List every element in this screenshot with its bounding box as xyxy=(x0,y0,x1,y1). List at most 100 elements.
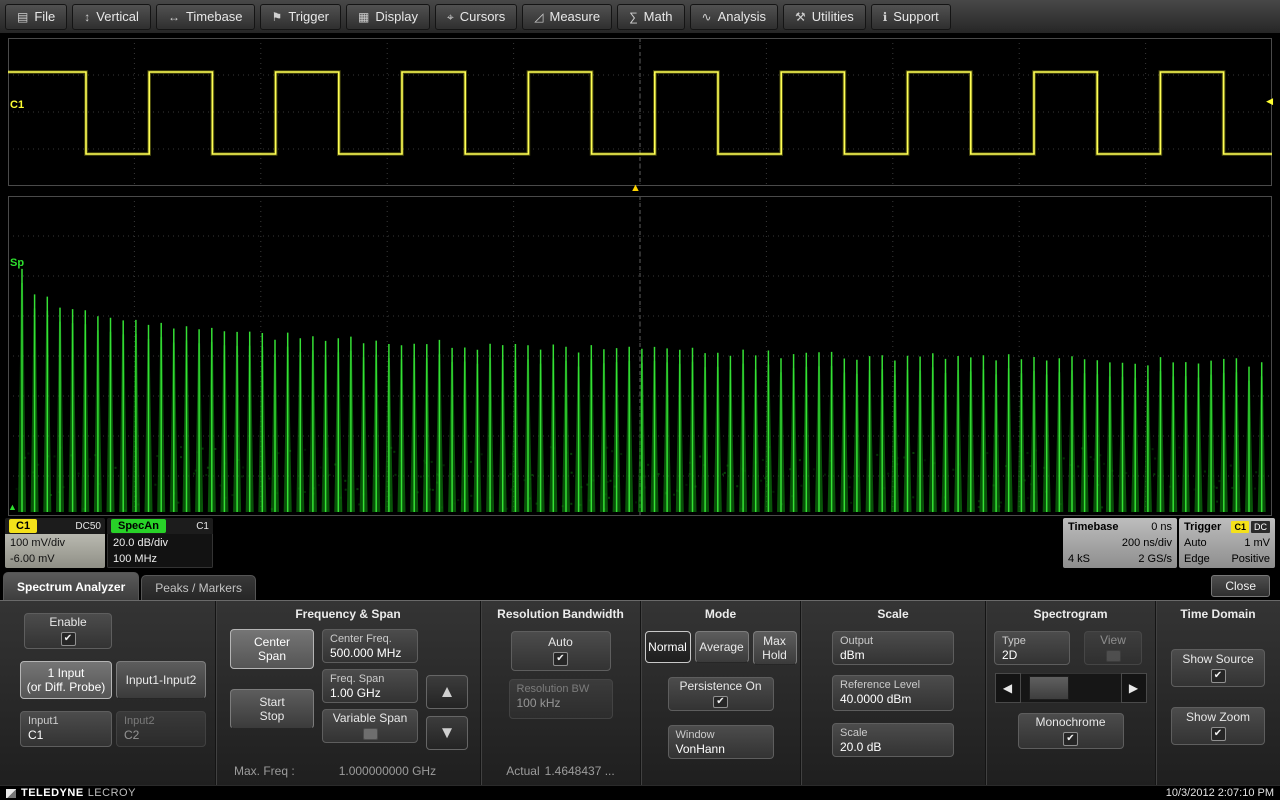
spectrum-grid[interactable]: Sp ▲ xyxy=(8,196,1272,516)
time-domain-grid[interactable]: C1 ◀ xyxy=(8,38,1272,186)
scale-field[interactable]: Scale 20.0 dB xyxy=(832,723,954,757)
spectrogram-view-toggle[interactable]: View xyxy=(1084,631,1142,665)
timebase-tdiv: 200 ns/div xyxy=(1122,535,1172,551)
scroll-right-button[interactable]: ▶ xyxy=(1121,673,1147,703)
input2-value: C2 xyxy=(124,728,198,742)
menu-timebase[interactable]: ↔Timebase xyxy=(156,4,255,30)
menu-analysis[interactable]: ∿ Analysis xyxy=(690,4,778,30)
input2-label: Input2 xyxy=(124,714,198,728)
specan-descriptor[interactable]: SpecAn C1 20.0 dB/div 100 MHz xyxy=(107,518,213,568)
close-button[interactable]: Close xyxy=(1211,575,1270,597)
show-source-toggle[interactable]: Show Source ✔ xyxy=(1171,649,1265,687)
trigger-level-marker-icon[interactable]: ◀ xyxy=(1266,96,1273,107)
reference-level-field[interactable]: Reference Level 40.0000 dBm xyxy=(832,675,954,711)
monochrome-toggle[interactable]: Monochrome ✔ xyxy=(1018,713,1124,749)
one-input-button[interactable]: 1 Input (or Diff. Probe) xyxy=(20,661,112,699)
menu-cursors-label: Cursors xyxy=(460,9,506,24)
brand-lecroy: LECROY xyxy=(88,787,136,799)
descriptor-row: C1 DC50 100 mV/div -6.00 mV SpecAn C1 20… xyxy=(0,518,1280,570)
resolution-bw-label: Resolution BW xyxy=(517,682,605,696)
window-field[interactable]: Window VonHann xyxy=(668,725,774,759)
menu-trigger[interactable]: ⚑Trigger xyxy=(260,4,341,30)
check-icon: ✔ xyxy=(556,654,564,664)
mode-normal-button[interactable]: Normal xyxy=(645,631,691,663)
menu-support[interactable]: ℹSupport xyxy=(871,4,951,30)
brand-teledyne: TELEDYNE xyxy=(21,787,84,799)
check-icon: ✔ xyxy=(64,634,72,644)
show-zoom-toggle[interactable]: Show Zoom ✔ xyxy=(1171,707,1265,745)
scroll-thumb[interactable] xyxy=(1029,676,1069,700)
mode-title: Mode xyxy=(641,605,800,623)
menu-analysis-label: Analysis xyxy=(718,9,766,24)
scroll-left-button[interactable]: ◀ xyxy=(995,673,1021,703)
persistence-toggle[interactable]: Persistence On ✔ xyxy=(668,677,774,711)
input1-input2-label: Input1-Input2 xyxy=(117,673,205,687)
specan-source: C1 xyxy=(196,521,209,532)
c1-descriptor[interactable]: C1 DC50 100 mV/div -6.00 mV xyxy=(5,518,105,568)
resolution-bandwidth-title: Resolution Bandwidth xyxy=(481,605,640,623)
max-freq-value: 1.000000000 GHz xyxy=(339,764,436,778)
spectrum-trace-label: Sp xyxy=(10,258,24,269)
trigger-level: 1 mV xyxy=(1244,535,1270,551)
timebase-descriptor[interactable]: Timebase0 ns 200 ns/div 4 kS2 GS/s xyxy=(1063,518,1177,568)
resolution-bw-value: 100 kHz xyxy=(517,696,605,710)
center-span-button[interactable]: Center Span xyxy=(230,629,314,669)
trigger-time-marker-icon[interactable]: ▲ xyxy=(630,182,641,194)
vertical-icon: ↕ xyxy=(84,11,90,23)
center-freq-field[interactable]: Center Freq. 500.000 MHz xyxy=(322,629,418,663)
input1-value: C1 xyxy=(28,728,104,742)
center-freq-value: 500.000 MHz xyxy=(330,646,410,660)
spectrogram-view-checkbox[interactable] xyxy=(1106,650,1121,662)
center-freq-label: Center Freq. xyxy=(330,632,410,646)
freq-span-field[interactable]: Freq. Span 1.00 GHz xyxy=(322,669,418,703)
rbw-auto-checkbox[interactable]: ✔ xyxy=(553,652,568,666)
output-field[interactable]: Output dBm xyxy=(832,631,954,665)
spectrum-baseline-marker-icon: ▲ xyxy=(8,502,17,512)
menu-display[interactable]: ▦Display xyxy=(346,4,430,30)
monochrome-checkbox[interactable]: ✔ xyxy=(1063,732,1078,746)
persistence-label: Persistence On xyxy=(679,680,761,693)
menu-file[interactable]: ▤File xyxy=(5,4,67,30)
inputs-section: Enable ✔ 1 Input (or Diff. Probe) Input1… xyxy=(0,601,215,785)
timebase-rate: 2 GS/s xyxy=(1138,551,1172,567)
menu-vertical[interactable]: ↕ Vertical xyxy=(72,4,151,30)
tab-spectrum-analyzer[interactable]: Spectrum Analyzer xyxy=(3,572,139,600)
start-stop-button[interactable]: Start Stop xyxy=(230,689,314,729)
input1-field[interactable]: Input1 C1 xyxy=(20,711,112,747)
decrement-button[interactable]: ▼ xyxy=(426,716,468,750)
show-source-checkbox[interactable]: ✔ xyxy=(1211,669,1226,683)
rbw-auto-toggle[interactable]: Auto ✔ xyxy=(511,631,611,671)
mode-average-label: Average xyxy=(696,640,748,654)
scroll-track[interactable] xyxy=(1021,673,1121,703)
enable-toggle[interactable]: Enable ✔ xyxy=(24,613,112,649)
variable-span-toggle[interactable]: Variable Span xyxy=(322,709,418,743)
c1-square-wave-plot xyxy=(8,38,1272,186)
menu-utilities[interactable]: ⚒Utilities xyxy=(783,4,866,30)
scale-section: Scale Output dBm Reference Level 40.0000… xyxy=(800,601,985,785)
menu-vertical-label: Vertical xyxy=(96,9,139,24)
timebase-title: Timebase xyxy=(1068,519,1119,535)
input1-input2-button[interactable]: Input1-Input2 xyxy=(116,661,206,699)
spectrogram-type-field[interactable]: Type 2D xyxy=(994,631,1070,665)
dialog-tabstrip: Spectrum Analyzer Peaks / Markers Close xyxy=(0,572,1280,600)
trigger-descriptor[interactable]: Trigger C1 DC Auto1 mV EdgePositive xyxy=(1179,518,1275,568)
show-zoom-checkbox[interactable]: ✔ xyxy=(1211,727,1226,741)
menu-math[interactable]: ∑Math xyxy=(617,4,684,30)
analysis-icon: ∿ xyxy=(702,11,712,23)
increment-button[interactable]: ▲ xyxy=(426,675,468,709)
support-icon: ℹ xyxy=(883,11,888,23)
start-stop-line2: Stop xyxy=(231,709,313,723)
enable-checkbox[interactable]: ✔ xyxy=(61,632,76,646)
trigger-mode: Auto xyxy=(1184,535,1207,551)
scale-title: Scale xyxy=(801,605,985,623)
freq-span-value: 1.00 GHz xyxy=(330,686,410,700)
spectrum-analyzer-dialog: Spectrum Analyzer Peaks / Markers Close … xyxy=(0,572,1280,785)
tab-peaks-markers[interactable]: Peaks / Markers xyxy=(141,575,256,600)
mode-maxhold-button[interactable]: Max Hold xyxy=(753,631,797,665)
mode-average-button[interactable]: Average xyxy=(695,631,749,663)
menu-measure[interactable]: ◿Measure xyxy=(522,4,612,30)
arrow-left-icon: ◀ xyxy=(1003,681,1012,695)
menu-cursors[interactable]: ⌖Cursors xyxy=(435,4,517,30)
variable-span-checkbox[interactable] xyxy=(363,728,378,740)
persistence-checkbox[interactable]: ✔ xyxy=(713,696,728,708)
